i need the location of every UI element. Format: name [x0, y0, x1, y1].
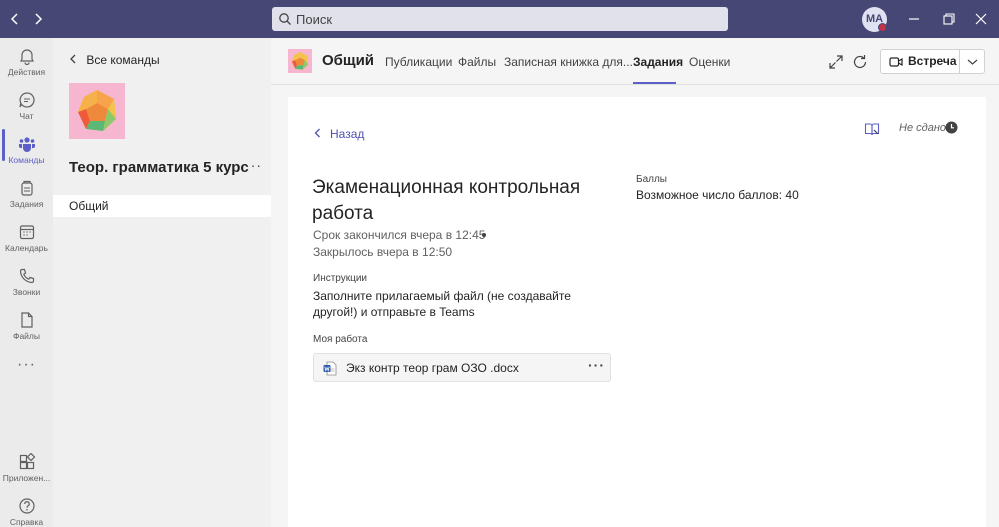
- rail-item-calls[interactable]: Звонки: [0, 261, 53, 305]
- back-link-label: Назад: [330, 127, 365, 141]
- rail-item-apps[interactable]: Приложен...: [0, 447, 53, 491]
- video-camera-icon: [889, 57, 903, 67]
- channel-header: Общий Публикации Файлы Записная книжка д…: [271, 38, 999, 85]
- my-work-label: Моя работа: [313, 334, 368, 345]
- active-tab-underline: [633, 82, 676, 84]
- search-input[interactable]: [296, 10, 716, 28]
- back-link[interactable]: Назад: [314, 127, 364, 141]
- chevron-left-icon: [314, 127, 321, 141]
- rail-label: Справка: [9, 517, 44, 527]
- forward-arrow-icon[interactable]: [28, 8, 48, 30]
- minimize-icon[interactable]: [902, 8, 926, 30]
- attached-file[interactable]: Экз контр теор грам ОЗО .docx ···: [313, 353, 611, 382]
- app-rail: Действия Чат Команды Задания Календарь З…: [0, 38, 53, 527]
- rail-label: Приложен...: [2, 473, 51, 483]
- rail-item-chat[interactable]: Чат: [0, 85, 53, 129]
- chevron-down-icon: [967, 59, 978, 65]
- rail-label: Задания: [9, 199, 44, 209]
- apps-icon: [19, 453, 35, 470]
- rail-item-assignments[interactable]: Задания: [0, 173, 53, 217]
- channel-icon: [288, 49, 312, 73]
- rail-label: Звонки: [12, 287, 41, 297]
- chevron-left-icon: [69, 53, 83, 67]
- separator-dot: [482, 233, 486, 237]
- team-panel: Все команды Теор. грамматика 5 курс ··· …: [53, 38, 271, 527]
- tab-files[interactable]: Файлы: [458, 55, 496, 69]
- submission-status: Не сдано: [899, 122, 946, 134]
- rail-item-help[interactable]: Справка: [0, 491, 53, 527]
- meet-button[interactable]: Встреча: [880, 49, 960, 74]
- rail-item-calendar[interactable]: Календарь: [0, 217, 53, 261]
- instructions-label: Инструкции: [313, 273, 368, 284]
- all-teams-link[interactable]: Все команды: [69, 53, 160, 71]
- rail-item-activity[interactable]: Действия: [0, 41, 53, 85]
- chat-icon: [18, 92, 35, 108]
- calendar-icon: [19, 225, 34, 240]
- team-more-icon[interactable]: ···: [245, 157, 262, 173]
- immersive-reader-icon[interactable]: [864, 121, 880, 137]
- rail-label: Файлы: [12, 331, 40, 341]
- files-icon: [20, 312, 33, 328]
- refresh-icon[interactable]: [851, 53, 869, 71]
- assignments-icon: [20, 180, 33, 196]
- rail-item-files[interactable]: Файлы: [0, 305, 53, 349]
- search-icon: [279, 13, 291, 25]
- more-apps-icon[interactable]: ···: [0, 356, 53, 376]
- rail-item-teams[interactable]: Команды: [0, 129, 53, 173]
- team-name: Теор. грамматика 5 курс: [69, 159, 249, 176]
- closed-date: Закрылось вчера в 12:50: [313, 245, 453, 259]
- assignment-card: Назад Не сдано Экаменационная контрольна…: [288, 97, 986, 527]
- assignment-title: Экаменационная контрольная работа: [312, 177, 581, 224]
- team-avatar: [69, 83, 125, 139]
- file-name: Экз контр теор грам ОЗО .docx: [346, 361, 519, 375]
- tab-notebook[interactable]: Записная книжка для...: [504, 55, 633, 69]
- rail-label: Действия: [7, 67, 46, 77]
- bell-icon: [19, 49, 34, 65]
- teams-icon: [18, 137, 35, 152]
- file-more-icon[interactable]: ···: [588, 357, 605, 373]
- rail-label: Команды: [8, 155, 45, 165]
- points-value: Возможное число баллов: 40: [636, 188, 799, 202]
- search-box[interactable]: [272, 7, 728, 31]
- meet-button-label: Встреча: [908, 54, 957, 68]
- due-date: Срок закончился вчера в 12:45: [313, 228, 486, 242]
- close-icon[interactable]: [969, 8, 993, 30]
- phone-icon: [19, 268, 34, 284]
- presence-status-icon: [878, 23, 887, 32]
- all-teams-label: Все команды: [86, 53, 160, 67]
- channel-title: Общий: [322, 52, 375, 69]
- expand-icon[interactable]: [827, 53, 845, 71]
- rail-label: Календарь: [5, 243, 48, 253]
- back-arrow-icon[interactable]: [5, 8, 25, 30]
- word-document-icon: [323, 361, 337, 376]
- rail-label: Чат: [19, 111, 34, 121]
- channel-item-general[interactable]: Общий: [53, 195, 271, 217]
- clock-icon: [945, 121, 958, 134]
- points-label: Баллы: [636, 174, 667, 185]
- help-icon: [18, 498, 35, 514]
- title-bar: MA: [0, 0, 999, 38]
- tab-grades[interactable]: Оценки: [689, 55, 730, 69]
- tab-posts[interactable]: Публикации: [385, 55, 452, 69]
- instructions-text: Заполните прилагаемый файл (не создавайт…: [313, 289, 571, 319]
- meet-dropdown-button[interactable]: [959, 49, 985, 74]
- tab-assignments[interactable]: Задания: [633, 55, 683, 69]
- restore-icon[interactable]: [937, 8, 961, 30]
